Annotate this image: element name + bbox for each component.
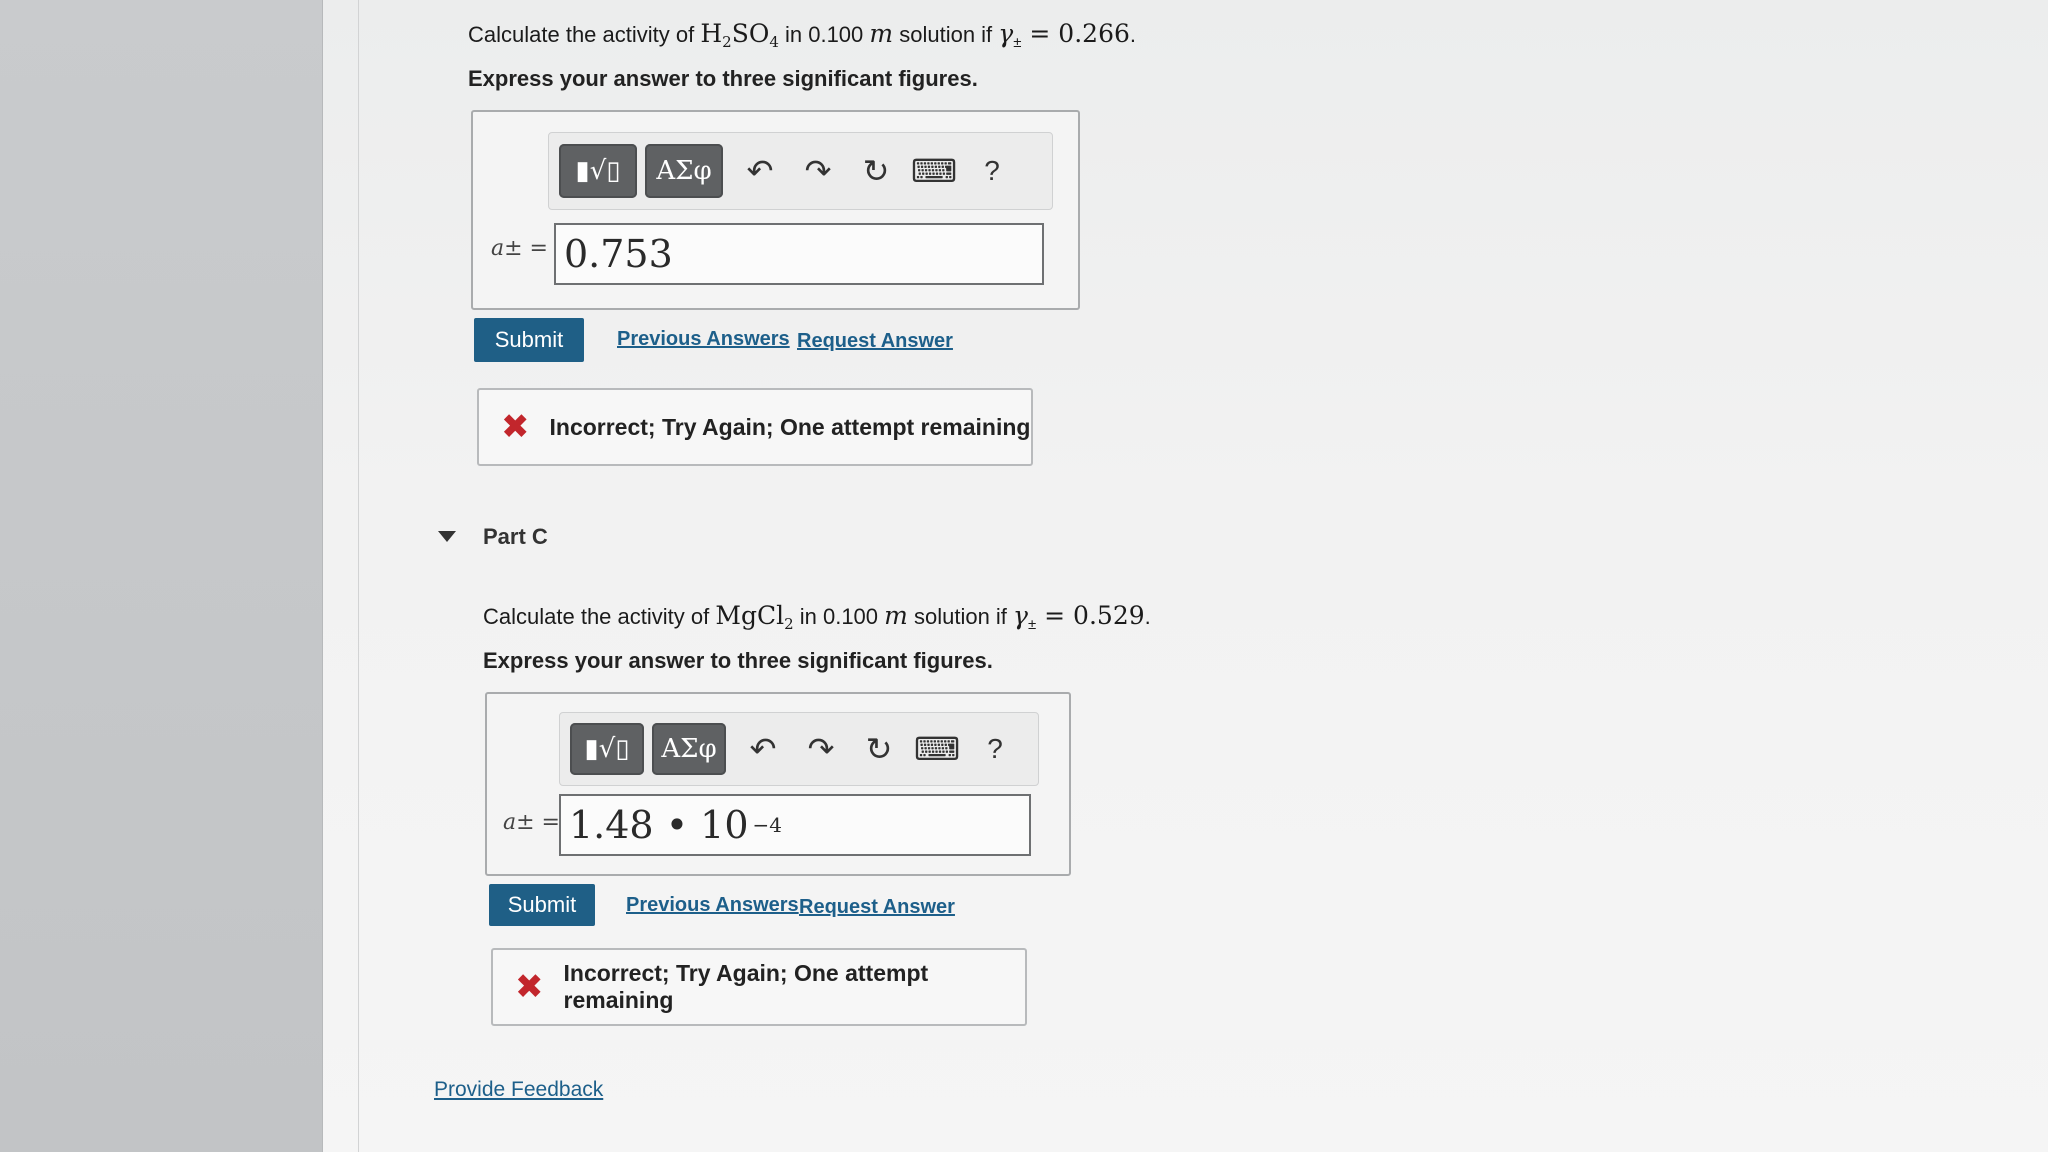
partc-answer-label: a± = xyxy=(503,810,560,835)
partc-math-toolbar: ▮√▯ ΑΣφ ↶ ↷ ↻ ⌨ ? xyxy=(559,712,1039,786)
undo-icon[interactable]: ↶ xyxy=(734,722,792,776)
partc-submit-button[interactable]: Submit xyxy=(489,884,595,926)
error-x-icon: ✖ xyxy=(501,408,530,446)
partc-feedback: ✖ Incorrect; Try Again; One attempt rema… xyxy=(491,948,1027,1026)
templates-button[interactable]: ▮√▯ xyxy=(559,144,637,198)
partb-request-answer-link[interactable]: Request Answer xyxy=(797,330,953,353)
partb-answer-box: ▮√▯ ΑΣφ ↶ ↷ ↻ ⌨ ? a± = 0.753 xyxy=(471,110,1080,310)
partb-submit-button[interactable]: Submit xyxy=(474,318,584,362)
chevron-down-icon[interactable] xyxy=(438,531,456,542)
redo-icon[interactable]: ↷ xyxy=(792,722,850,776)
left-sidebar xyxy=(0,0,323,1152)
templates-button[interactable]: ▮√▯ xyxy=(570,723,644,775)
partb-answer-label: a± = xyxy=(491,236,548,261)
reset-icon[interactable]: ↻ xyxy=(847,144,905,198)
partb-math-toolbar: ▮√▯ ΑΣφ ↶ ↷ ↻ ⌨ ? xyxy=(548,132,1053,210)
partc-answer-mantissa: 1.48 • 10 xyxy=(569,803,749,847)
symbols-button[interactable]: ΑΣφ xyxy=(652,723,726,775)
partb-previous-answers-link[interactable]: Previous Answers xyxy=(617,328,790,351)
help-button[interactable]: ? xyxy=(963,144,1021,198)
partc-feedback-text: Incorrect; Try Again; One attempt remain… xyxy=(563,960,929,1013)
partc-instruction: Express your answer to three significant… xyxy=(483,648,993,673)
partc-previous-answers-link[interactable]: Previous Answers xyxy=(626,894,799,917)
partb-feedback: ✖ Incorrect; Try Again; One attempt rema… xyxy=(477,388,1033,466)
partc-answer-box: ▮√▯ ΑΣφ ↶ ↷ ↻ ⌨ ? a± = 1.48 • 10 −4 xyxy=(485,692,1071,876)
partc-question: Calculate the activity of MgCl2 in 0.100… xyxy=(483,601,1151,634)
undo-icon[interactable]: ↶ xyxy=(731,144,789,198)
partc-answer-exponent: −4 xyxy=(752,813,783,837)
reset-icon[interactable]: ↻ xyxy=(850,722,908,776)
partb-instruction: Express your answer to three significant… xyxy=(468,66,978,91)
partc-request-answer-link[interactable]: Request Answer xyxy=(799,896,955,919)
keyboard-icon[interactable]: ⌨ xyxy=(908,722,966,776)
keyboard-icon[interactable]: ⌨ xyxy=(905,144,963,198)
provide-feedback-link[interactable]: Provide Feedback xyxy=(434,1078,603,1102)
main-content: Calculate the activity of H2SO4 in 0.100… xyxy=(323,0,2048,1152)
partc-answer-input[interactable]: 1.48 • 10 −4 xyxy=(559,794,1031,856)
redo-icon[interactable]: ↷ xyxy=(789,144,847,198)
help-button[interactable]: ? xyxy=(966,722,1024,776)
partc-title[interactable]: Part C xyxy=(483,524,548,550)
symbols-button[interactable]: ΑΣφ xyxy=(645,144,723,198)
partb-answer-input[interactable]: 0.753 xyxy=(554,223,1044,285)
partb-question: Calculate the activity of H2SO4 in 0.100… xyxy=(468,19,1137,52)
partb-feedback-text: Incorrect; Try Again; One attempt remain… xyxy=(549,413,1031,440)
error-x-icon: ✖ xyxy=(515,968,544,1006)
